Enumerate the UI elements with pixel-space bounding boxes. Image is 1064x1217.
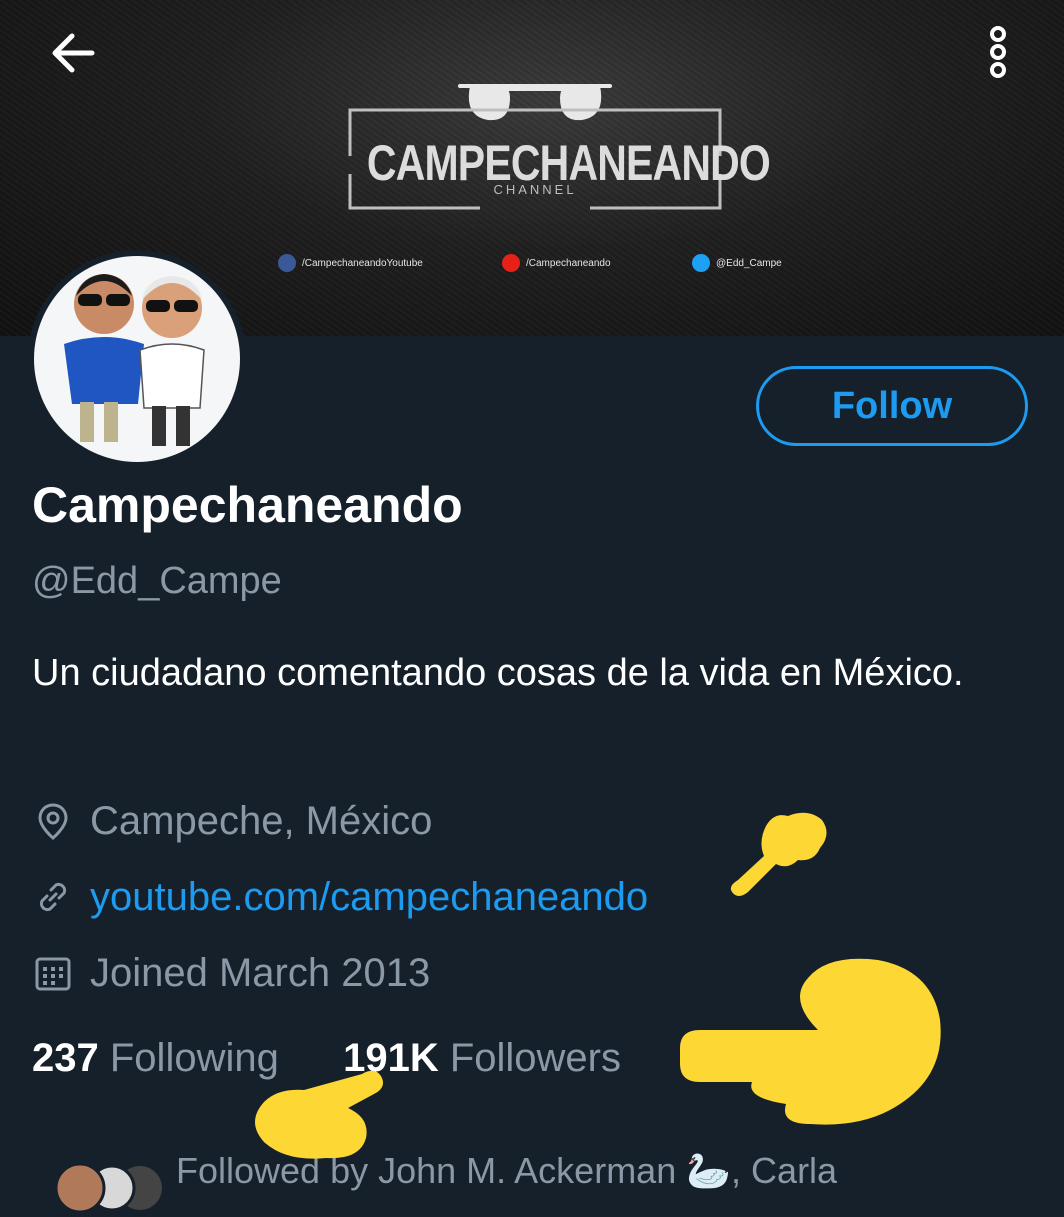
profile-joined: Joined March 2013	[32, 948, 430, 998]
profile-location: Campeche, México	[32, 796, 432, 846]
profile-website[interactable]: youtube.com/campechaneando	[32, 872, 648, 922]
twitter-icon	[692, 254, 710, 272]
followed-by-avatars[interactable]	[28, 1162, 168, 1214]
location-pin-icon	[38, 803, 68, 840]
followers-label: Followers	[449, 1036, 621, 1080]
pointing-hand-icon	[680, 958, 941, 1125]
banner-social-twitter: @Edd_Campe	[692, 252, 782, 274]
avatar-image	[34, 256, 240, 462]
arrow-left-icon	[52, 33, 95, 73]
more-vertical-icon	[990, 26, 1006, 78]
profile-website-link[interactable]: youtube.com/campechaneando	[90, 875, 648, 920]
profile-avatar[interactable]	[28, 250, 246, 468]
profile-bio: Un ciudadano comentando cosas de la vida…	[32, 652, 964, 694]
profile-location-text: Campeche, México	[90, 798, 433, 843]
banner-social-youtube-label: /Campechaneando	[526, 257, 611, 269]
calendar-icon	[35, 957, 71, 991]
link-icon	[39, 882, 67, 912]
more-options-button[interactable]	[984, 24, 1012, 84]
banner-social-facebook: /CampechaneandoYoutube	[278, 252, 423, 274]
banner-logo: CAMPECHANEANDO CHANNEL	[330, 56, 771, 226]
follow-button[interactable]: Follow	[756, 366, 1028, 446]
profile-joined-text: Joined March 2013	[90, 950, 431, 995]
following-count: 237	[32, 1036, 99, 1080]
back-button[interactable]	[44, 28, 104, 78]
following-link[interactable]: 237 Following	[32, 1036, 279, 1080]
facebook-icon	[278, 254, 296, 272]
banner-social-youtube: /Campechaneando	[502, 252, 611, 274]
profile-name: Campechaneando	[32, 477, 463, 533]
pointing-hand-icon	[730, 812, 827, 896]
profile-handle: @Edd_Campe	[32, 560, 282, 602]
pointing-hand-icon	[255, 1070, 383, 1159]
banner-social-twitter-label: @Edd_Campe	[716, 257, 782, 269]
banner-social-facebook-label: /CampechaneandoYoutube	[302, 257, 423, 269]
youtube-icon	[502, 254, 520, 272]
banner-logo-subtitle: CHANNEL	[493, 182, 577, 197]
